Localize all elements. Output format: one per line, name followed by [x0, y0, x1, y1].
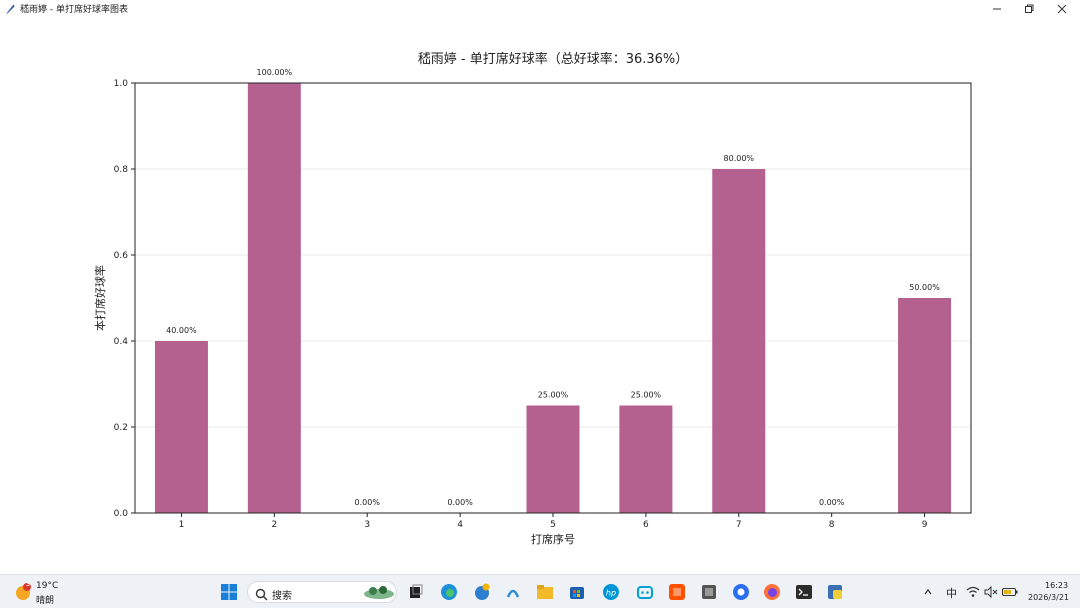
data-label: 25.00%: [538, 391, 569, 400]
python-icon[interactable]: [825, 582, 845, 602]
taobao-icon[interactable]: [667, 582, 687, 602]
weather-condition: 晴朗: [36, 596, 55, 606]
maximize-button[interactable]: [1013, 0, 1044, 17]
bar-chart: 40.00%100.00%0.00% 0.00%25.00% 25.00%80.00…: [93, 51, 972, 546]
window-title: 嵇雨婷 - 单打席好球率图表: [20, 5, 128, 15]
hp-icon[interactable]: hp: [601, 582, 621, 602]
y-tick-label: 0.4: [114, 337, 129, 347]
x-tick-label: 6: [643, 520, 649, 530]
browser-icon[interactable]: [731, 582, 751, 602]
clock-date[interactable]: 2026/3/21: [1028, 593, 1069, 602]
feather-icon: [3, 2, 17, 16]
data-label: 40.00%: [166, 326, 197, 335]
data-label: 0.00%: [447, 498, 473, 507]
x-tick-label: 1: [179, 520, 185, 530]
battery-icon[interactable]: [1001, 582, 1019, 602]
x-tick-label: 9: [922, 520, 928, 530]
ime-indicator[interactable]: 中: [946, 585, 957, 601]
clock-time[interactable]: 16:23: [1045, 581, 1068, 590]
bilibili-icon[interactable]: [635, 582, 655, 602]
y-tick-label: 0.6: [114, 251, 129, 261]
x-tick-label: 8: [829, 520, 835, 530]
y-tick-label: 0.8: [114, 165, 129, 175]
search-input[interactable]: 搜索: [247, 581, 397, 603]
weather-temp: 19°C: [36, 581, 59, 591]
x-axis-label: 打席序号: [531, 532, 575, 546]
firefox-icon[interactable]: [762, 582, 782, 602]
data-label: 0.00%: [355, 498, 381, 507]
edge-icon[interactable]: [439, 582, 459, 602]
data-label: 100.00%: [257, 68, 293, 77]
close-button[interactable]: [1046, 0, 1077, 17]
data-label: 50.00%: [909, 283, 940, 292]
bar: [154, 341, 208, 513]
search-placeholder: 搜索: [272, 591, 292, 602]
data-label: 25.00%: [631, 391, 662, 400]
wifi-icon[interactable]: [965, 582, 981, 602]
copilot-icon[interactable]: [503, 582, 523, 602]
task-view-icon[interactable]: [406, 582, 426, 602]
chart-window: 嵇雨婷 - 单打席好球率图表 40.00% 100.00% 0.00% 0.00% 25…: [0, 0, 1080, 574]
y-axis-label: 本打席好球率: [93, 265, 107, 331]
search-highlight-icon: [363, 584, 395, 604]
chart-title: 嵇雨婷 - 单打席好球率（总好球率：36.36%）: [418, 51, 689, 67]
bar: [247, 83, 301, 513]
photos-icon[interactable]: [472, 582, 492, 602]
data-label: 0.00%: [819, 498, 845, 507]
minimize-button[interactable]: [981, 0, 1012, 17]
bar: [712, 169, 766, 513]
chevron-up-icon[interactable]: [920, 582, 936, 602]
x-tick-label: 5: [550, 520, 556, 530]
x-tick-label: 3: [364, 520, 370, 530]
bar: [898, 298, 952, 513]
start-icon[interactable]: [219, 582, 239, 602]
title-bar[interactable]: 嵇雨婷 - 单打席好球率图表: [0, 0, 1080, 17]
weather-badge: 3: [25, 580, 31, 588]
app-icon[interactable]: [699, 582, 719, 602]
chart-area: 40.00% 100.00% 0.00% 0.00% 25.00% 25.00% 80.00…: [0, 17, 1080, 574]
file-explorer-icon[interactable]: [535, 582, 555, 602]
bar: [526, 405, 580, 513]
y-tick-label: 0.2: [114, 423, 128, 433]
x-tick-label: 4: [457, 520, 463, 530]
store-icon[interactable]: [567, 582, 587, 602]
x-tick-label: 2: [271, 520, 277, 530]
terminal-icon[interactable]: [794, 582, 814, 602]
x-tick-label: 7: [736, 520, 742, 530]
taskbar: 3 19°C 晴朗 搜索 hp 中 16:23 2026/3/21: [0, 574, 1080, 608]
y-tick-label: 1.0: [114, 79, 129, 89]
svg-text:hp: hp: [606, 589, 616, 598]
bar: [619, 405, 673, 513]
data-label: 80.00%: [724, 154, 755, 163]
search-icon: [255, 586, 268, 605]
volume-muted-icon[interactable]: [983, 582, 999, 602]
y-tick-label: 0.0: [114, 509, 129, 519]
